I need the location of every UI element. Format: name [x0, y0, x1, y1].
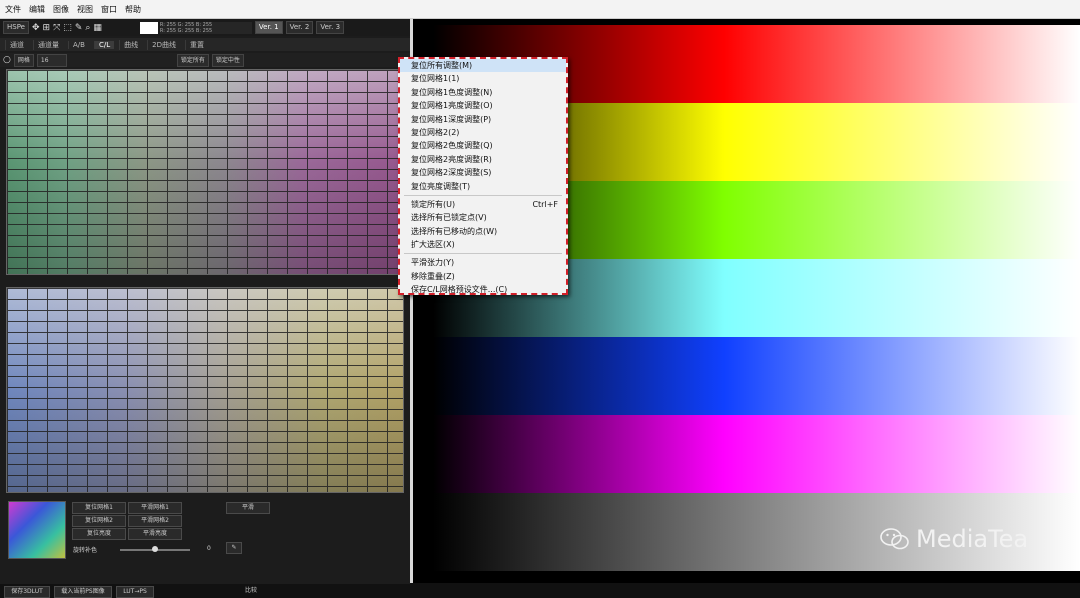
version-1-button[interactable]: Ver. 1 [254, 21, 283, 34]
context-menu-item[interactable]: 保存C/L网格预设文件...(C) [400, 283, 566, 296]
tab-ab[interactable]: A/B [68, 40, 89, 49]
rgb-readout: R: 255 G: 255 B: 255 R: 255 G: 255 B: 25… [159, 21, 252, 34]
compare-button[interactable]: 比较 [238, 586, 264, 596]
context-menu-item[interactable]: 复位所有调整(M) [400, 59, 566, 73]
tab-cl[interactable]: C/L [93, 40, 115, 49]
cl-grid-1[interactable] [6, 69, 404, 275]
context-menu-item-label: 保存C/L网格预设文件...(C) [411, 285, 508, 295]
context-menu-item[interactable]: 扩大选区(X) [400, 238, 566, 251]
reset-grid1-button[interactable]: 复位网格1 [72, 502, 126, 514]
context-menu-item-label: 扩大选区(X) [411, 240, 455, 250]
smooth-luminance-button[interactable]: 平滑亮度 [128, 528, 182, 540]
context-menu-item[interactable]: 选择所有已锁定点(V) [400, 211, 566, 224]
tab-2d-curves[interactable]: 2D曲线 [147, 39, 180, 50]
grid-size-select[interactable]: 16 [36, 53, 67, 67]
menu-window[interactable]: 窗口 [101, 4, 117, 15]
context-menu-item[interactable]: 复位网格1深度调整(P) [400, 113, 566, 126]
context-menu-item[interactable]: 选择所有已移动的点(W) [400, 225, 566, 238]
context-menu-item[interactable]: 复位网格2色度调整(Q) [400, 139, 566, 152]
wechat-icon [880, 528, 909, 550]
bottom-controls: 复位网格1 平滑网格1 平滑 复位网格2 平滑网格2 复位亮度 平滑亮度 旋转补… [0, 494, 410, 598]
readout-line2: R: 255 G: 255 B: 255 [159, 27, 213, 34]
bar-magenta [433, 415, 1080, 493]
scale-icon[interactable]: ⤧ [53, 23, 60, 33]
color-wheel[interactable] [8, 501, 66, 559]
menu-bar: 文件 编辑 图像 视图 窗口 帮助 [0, 0, 1080, 19]
smooth-grid2-button[interactable]: 平滑网格2 [128, 515, 182, 527]
grid-options: ○ 网格 16 锁定所有 锁定中性 [0, 53, 410, 67]
load-ps-image-button[interactable]: 载入当前PS图像 [54, 586, 112, 598]
move-icon[interactable]: ✥ [32, 23, 40, 33]
smooth-grid1-button[interactable]: 平滑网格1 [128, 502, 182, 514]
context-menu-item-label: 复位网格2色度调整(Q) [411, 141, 493, 151]
cl-grid-2[interactable] [6, 287, 404, 493]
menu-separator [404, 194, 562, 196]
eyedropper-button[interactable]: ✎ [226, 542, 242, 554]
grid-label: 网格 [13, 53, 34, 67]
context-menu-item-label: 选择所有已锁定点(V) [411, 213, 487, 223]
grid-icon[interactable]: ▦ [93, 23, 102, 33]
context-menu-item[interactable]: 复位网格2(2) [400, 126, 566, 139]
context-menu-item[interactable]: 复位网格1(1) [400, 72, 566, 85]
context-menu-item-label: 移除重叠(Z) [411, 271, 455, 281]
bar-blue [433, 337, 1080, 415]
context-menu: 复位所有调整(M) 复位网格1(1) 复位网格1色度调整(N) 复位网格1亮度调整(O… [398, 57, 568, 295]
tab-bar: 通道 通道量 A/B C/L 曲线 2D曲线 重置 [0, 38, 410, 51]
menu-help[interactable]: 帮助 [125, 4, 141, 15]
context-menu-item-label: 复位网格1色度调整(N) [411, 87, 493, 97]
version-3-button[interactable]: Ver. 3 [316, 21, 345, 34]
radio-icon[interactable]: ○ [3, 55, 11, 65]
menu-file[interactable]: 文件 [5, 4, 21, 15]
lock-neutral-button[interactable]: 锁定中性 [211, 53, 244, 67]
hue-rotate-label: 旋转补色 [73, 547, 98, 554]
context-menu-item-label: 复位亮度调整(T) [411, 181, 471, 191]
menu-separator [404, 253, 562, 255]
context-menu-item[interactable]: 平滑张力(Y) [400, 256, 566, 269]
tab-channel-amount[interactable]: 通道量 [33, 39, 63, 50]
menu-image[interactable]: 图像 [53, 4, 69, 15]
select-icon[interactable]: ⬚ [63, 23, 72, 33]
version-2-button[interactable]: Ver. 2 [285, 21, 314, 34]
context-menu-item-label: 复位所有调整(M) [411, 61, 473, 70]
context-menu-item[interactable]: 复位网格2亮度调整(R) [400, 153, 566, 166]
context-menu-item-label: 复位网格1深度调整(P) [411, 114, 492, 124]
color-swatch[interactable] [139, 21, 158, 34]
reset-luminance-button[interactable]: 复位亮度 [72, 528, 126, 540]
context-menu-item-label: 复位网格2(2) [411, 127, 460, 137]
context-menu-item-label: 复位网格1亮度调整(O) [411, 101, 493, 111]
left-panel: HSPe ✥ ⊞ ⤧ ⬚ ✎ ⌕ ▦ R: 255 G: 255 B: 255 … [0, 19, 410, 598]
context-menu-item-label: 复位网格1(1) [411, 74, 460, 84]
context-menu-item[interactable]: 复位网格2深度调整(S) [400, 166, 566, 179]
toolbar: HSPe ✥ ⊞ ⤧ ⬚ ✎ ⌕ ▦ R: 255 G: 255 B: 255 … [0, 19, 410, 36]
context-menu-item-label: 复位网格2亮度调整(R) [411, 154, 492, 164]
zoom-icon[interactable]: ⌕ [85, 23, 90, 33]
watermark-text: MediaTea [916, 525, 1029, 553]
eyedropper-icon[interactable]: ✎ [75, 23, 83, 33]
context-menu-item[interactable]: 复位亮度调整(T) [400, 180, 566, 193]
smooth-button[interactable]: 平滑 [226, 502, 270, 514]
context-menu-item[interactable]: 锁定所有(U) Ctrl+F [400, 198, 566, 211]
menu-edit[interactable]: 编辑 [29, 4, 45, 15]
hue-value: 0 [207, 545, 211, 552]
context-menu-shortcut: Ctrl+F [532, 199, 558, 209]
tab-channel[interactable]: 通道 [5, 39, 28, 50]
lock-all-button[interactable]: 锁定所有 [176, 53, 209, 67]
context-menu-item-label: 锁定所有(U) [411, 199, 456, 209]
save-3dlut-button[interactable]: 保存3DLUT [4, 586, 50, 598]
context-menu-item[interactable]: 复位网格1亮度调整(O) [400, 99, 566, 112]
context-menu-item[interactable]: 移除重叠(Z) [400, 270, 566, 283]
context-menu-item-label: 选择所有已移动的点(W) [411, 226, 498, 236]
tab-curves[interactable]: 曲线 [119, 39, 142, 50]
reset-grid2-button[interactable]: 复位网格2 [72, 515, 126, 527]
hue-slider-knob[interactable] [152, 546, 158, 552]
context-menu-item-label: 复位网格2深度调整(S) [411, 168, 492, 178]
tab-reset[interactable]: 重置 [184, 39, 208, 50]
context-menu-item[interactable]: 复位网格1色度调整(N) [400, 86, 566, 99]
menu-view[interactable]: 视图 [77, 4, 93, 15]
mode-select[interactable]: HSPe [3, 21, 29, 34]
context-menu-item-label: 平滑张力(Y) [411, 258, 455, 268]
transform-icon[interactable]: ⊞ [43, 23, 51, 33]
lut-to-ps-button[interactable]: LUT→PS [116, 586, 154, 598]
